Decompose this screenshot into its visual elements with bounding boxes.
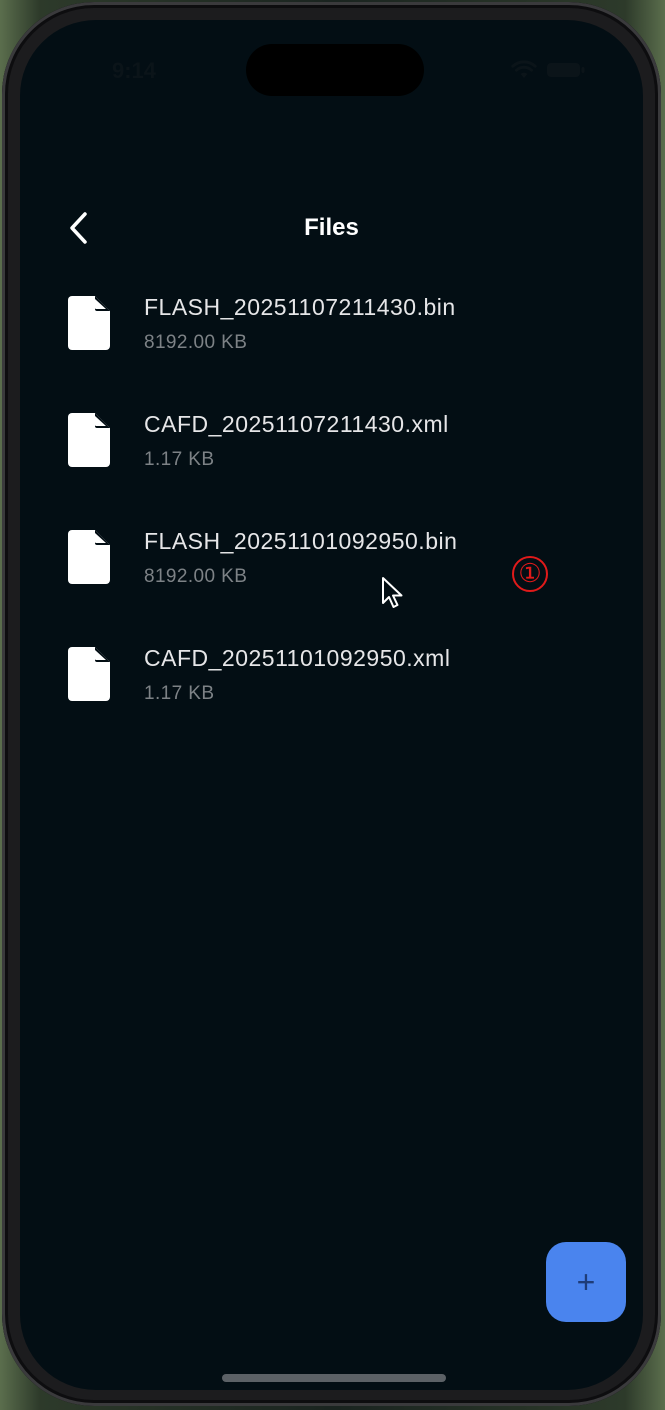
document-icon [68,647,112,701]
file-size: 8192.00 KB [144,566,248,587]
file-size: 8192.00 KB [144,332,248,353]
phone-frame: 9:14 Files FLASH_20251107211430.bin 8192… [2,2,661,1406]
home-indicator [222,1374,446,1382]
status-icons [511,60,585,80]
status-time: 9:14 [112,58,157,83]
wifi-icon [511,60,537,80]
file-name: CAFD_20251101092950.xml [144,645,451,671]
mouse-cursor-icon [381,576,405,615]
file-item[interactable]: CAFD_20251101092950.xml 1.17 KB [20,639,643,756]
document-icon [68,530,112,584]
file-item[interactable]: FLASH_20251107211430.bin 8192.00 KB [20,288,643,405]
battery-icon [547,61,585,79]
app-screen: 9:14 Files FLASH_20251107211430.bin 8192… [20,20,643,1390]
page-title: Files [304,214,359,241]
file-item[interactable]: FLASH_20251101092950.bin 8192.00 KB [20,522,643,639]
file-name: CAFD_20251107211430.xml [144,411,449,437]
file-name: FLASH_20251107211430.bin [144,294,456,320]
file-name: FLASH_20251101092950.bin [144,528,458,554]
file-size: 1.17 KB [144,683,215,704]
file-size: 1.17 KB [144,449,215,470]
annotation-marker: ① [512,556,548,592]
document-icon [68,296,112,350]
file-item[interactable]: CAFD_20251107211430.xml 1.17 KB [20,405,643,522]
add-file-button[interactable]: + [546,1242,626,1322]
plus-icon: + [576,1264,596,1300]
file-list: FLASH_20251107211430.bin 8192.00 KB CAFD… [20,288,643,756]
document-icon [68,413,112,467]
dynamic-island [246,44,424,96]
